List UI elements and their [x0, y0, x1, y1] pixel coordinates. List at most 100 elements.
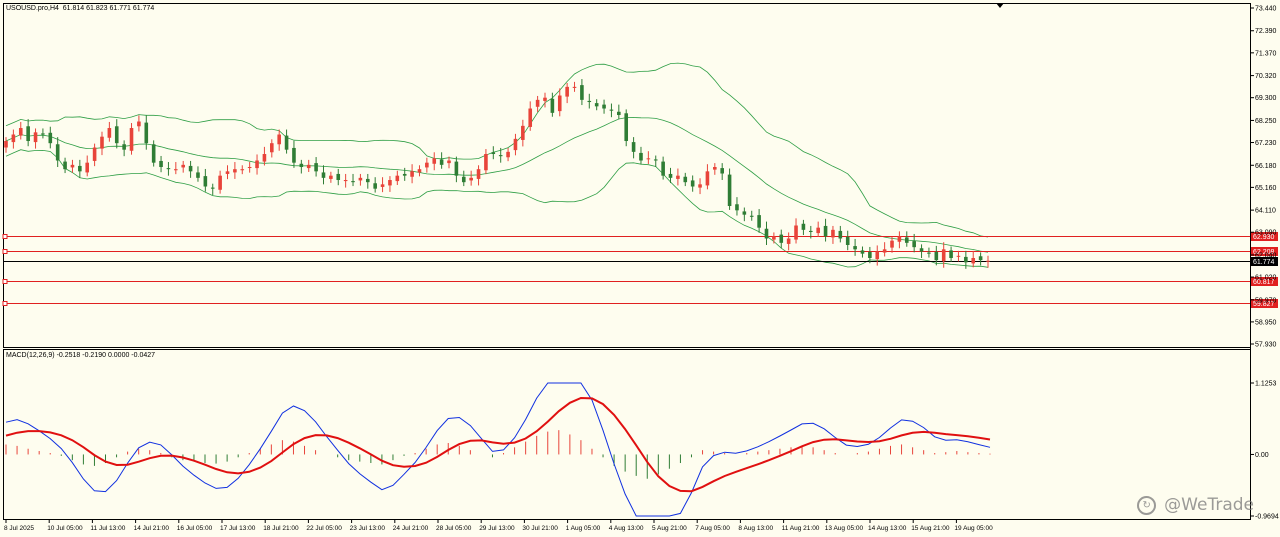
macd-tick-label: 1.1253 — [1255, 381, 1277, 388]
time-tick-label: 5 Aug 21:00 — [652, 525, 687, 532]
price-tick-label: 71.370 — [1255, 50, 1277, 57]
bear-candle — [299, 163, 304, 168]
bear-candle — [114, 126, 119, 144]
bear-candle — [351, 181, 355, 183]
time-tick-label: 10 Jul 05:00 — [47, 525, 83, 532]
bull-candle — [698, 184, 702, 188]
bull-candle — [469, 177, 473, 181]
bull-candle — [329, 175, 333, 179]
time-tick-label: 29 Jul 13:00 — [479, 525, 515, 532]
bear-candle — [373, 183, 377, 189]
bull-candle — [831, 229, 835, 238]
time-tick-label: 16 Jul 05:00 — [177, 525, 213, 532]
bear-candle — [690, 180, 695, 187]
bear-candle — [735, 204, 739, 211]
bull-candle — [646, 158, 651, 160]
bull-candle — [794, 225, 798, 240]
bear-candle — [639, 152, 643, 161]
price-tick-label: 70.320 — [1255, 73, 1277, 80]
bear-candle — [978, 256, 983, 261]
time-tick-label: 19 Aug 05:00 — [954, 525, 993, 532]
bear-candle — [314, 163, 318, 172]
bull-candle — [565, 86, 569, 97]
price-tick-label: 65.160 — [1255, 185, 1277, 192]
time-tick-label: 17 Jul 13:00 — [220, 525, 256, 532]
bull-candle — [181, 164, 186, 168]
bear-candle — [964, 256, 968, 263]
bear-candle — [919, 248, 924, 252]
price-tick-label: 72.390 — [1255, 28, 1277, 35]
bull-candle — [107, 128, 112, 138]
bull-candle — [388, 180, 392, 186]
bull-candle — [890, 240, 894, 248]
bull-candle — [255, 160, 259, 169]
bull-candle — [233, 169, 237, 173]
bull-candle — [476, 169, 481, 179]
bear-candle — [321, 172, 326, 178]
bull-candle — [513, 138, 518, 151]
price-tick-label: 67.230 — [1255, 140, 1277, 147]
bull-candle — [713, 167, 717, 170]
bull-candle — [528, 108, 533, 127]
bull-candle — [772, 236, 776, 240]
bull-candle — [676, 175, 680, 179]
bull-candle — [4, 141, 8, 148]
bear-candle — [144, 122, 149, 144]
bear-candle — [779, 234, 784, 243]
bull-candle — [343, 180, 348, 182]
bull-candle — [18, 128, 23, 136]
current-price-label: 61.774 — [1253, 259, 1275, 266]
bull-candle — [484, 154, 488, 171]
bear-candle — [166, 168, 171, 170]
bull-candle — [270, 143, 274, 153]
time-tick-label: 1 Aug 05:00 — [566, 525, 601, 532]
bull-candle — [410, 171, 414, 177]
price-tick-label: 57.930 — [1255, 342, 1277, 349]
bear-candle — [336, 173, 341, 181]
bear-candle — [122, 144, 126, 150]
macd-tick-label: -0.9694 — [1255, 514, 1279, 521]
bear-candle — [757, 215, 761, 228]
bull-candle — [956, 255, 961, 257]
bear-candle — [912, 241, 916, 248]
macd-header: MACD(12,26,9) -0.2518 -0.2190 0.0000 -0.… — [6, 352, 156, 359]
bull-candle — [85, 162, 90, 173]
bull-candle — [33, 132, 38, 143]
price-tick-label: 73.440 — [1255, 6, 1277, 13]
time-tick-label: 4 Aug 13:00 — [609, 525, 644, 532]
bear-candle — [196, 172, 200, 178]
bull-candle — [425, 162, 429, 168]
bear-candle — [580, 85, 584, 100]
bear-candle — [823, 225, 828, 237]
bear-candle — [720, 168, 724, 174]
time-tick-label: 24 Jul 21:00 — [393, 525, 429, 532]
bull-candle — [882, 249, 887, 253]
price-tick-label: 61.020 — [1255, 275, 1277, 282]
bear-candle — [853, 246, 857, 250]
price-tick-label: 68.250 — [1255, 118, 1277, 125]
level-handle — [2, 301, 8, 306]
bull-candle — [506, 151, 510, 158]
trading-chart[interactable]: 62.93062.20860.81759.82761.774 73.44072.… — [0, 0, 1280, 537]
time-tick-label: 7 Aug 05:00 — [695, 525, 730, 532]
bear-candle — [624, 113, 629, 142]
level-handle — [2, 249, 8, 254]
bear-candle — [838, 230, 843, 239]
bear-candle — [860, 250, 865, 254]
bull-candle — [986, 260, 990, 262]
bull-candle — [543, 97, 547, 101]
bear-candle — [210, 187, 215, 189]
bear-candle — [151, 144, 156, 163]
price-tick-label: 63.090 — [1255, 230, 1277, 237]
time-tick-label: 23 Jul 13:00 — [350, 525, 386, 532]
chart-shift-icon[interactable] — [996, 3, 1004, 8]
bull-candle — [395, 175, 400, 182]
bull-candle — [941, 249, 946, 262]
bull-candle — [247, 167, 252, 169]
bear-candle — [661, 161, 665, 176]
time-tick-label: 22 Jul 05:00 — [306, 525, 342, 532]
time-tick-label: 14 Aug 13:00 — [868, 525, 907, 532]
chart-background — [0, 0, 1280, 537]
bull-candle — [174, 169, 178, 171]
bear-candle — [454, 161, 459, 176]
